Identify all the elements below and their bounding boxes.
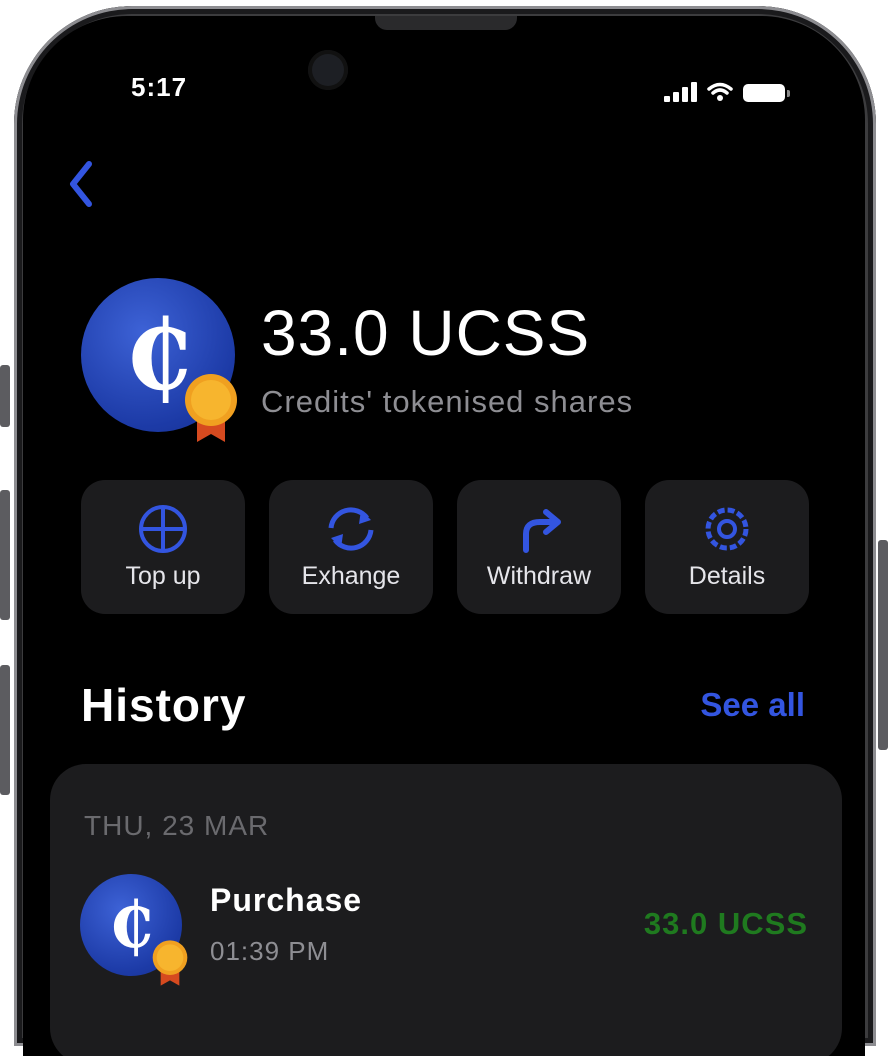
details-button[interactable]: Details	[645, 480, 809, 614]
transaction-amount: 33.0 UCSS	[643, 906, 808, 941]
exchange-icon	[328, 507, 374, 551]
volume-up-button	[0, 490, 10, 620]
back-chevron-icon[interactable]	[61, 154, 101, 214]
share-arrow-icon	[523, 509, 561, 553]
transaction-row[interactable]: ₵ Purchase 01:39 PM 33.0 UCSS	[50, 864, 842, 994]
gear-icon	[705, 507, 749, 551]
action-row: Top up Exhange Withdraw Details	[81, 480, 809, 614]
status-time: 5:17	[131, 72, 188, 102]
status-icons	[664, 82, 790, 102]
power-button	[878, 540, 888, 750]
plus-circle-icon	[139, 505, 187, 553]
top-up-label: Top up	[125, 562, 201, 590]
battery-icon	[743, 84, 790, 102]
transaction-title: Purchase	[210, 882, 363, 918]
exchange-label: Exhange	[301, 562, 401, 590]
history-date: THU, 23 MAR	[84, 810, 270, 841]
see-all-link[interactable]: See all	[700, 686, 805, 724]
top-up-button[interactable]: Top up	[81, 480, 245, 614]
asset-amount: 33.0 UCSS	[261, 297, 591, 369]
front-camera	[308, 50, 348, 90]
asset-name: Credits' tokenised shares	[261, 384, 634, 419]
award-badge-icon	[185, 374, 237, 442]
phone-screen: 5:17 ₵ 33.0 UCSS Credits' tokenised shar…	[23, 16, 865, 1056]
volume-down-button	[0, 665, 10, 795]
signal-icon	[664, 82, 697, 102]
details-label: Details	[688, 562, 766, 590]
history-card: THU, 23 MAR ₵ Purchase 01:39 PM 33.0 UCS…	[50, 764, 842, 1056]
exchange-button[interactable]: Exhange	[269, 480, 433, 614]
speaker-grille	[375, 16, 517, 30]
history-title: History	[81, 679, 247, 731]
withdraw-button[interactable]: Withdraw	[457, 480, 621, 614]
silent-switch	[0, 365, 10, 427]
transaction-badge-icon	[152, 940, 188, 986]
transaction-time: 01:39 PM	[210, 936, 330, 966]
wifi-icon	[707, 82, 733, 101]
withdraw-label: Withdraw	[486, 562, 592, 590]
